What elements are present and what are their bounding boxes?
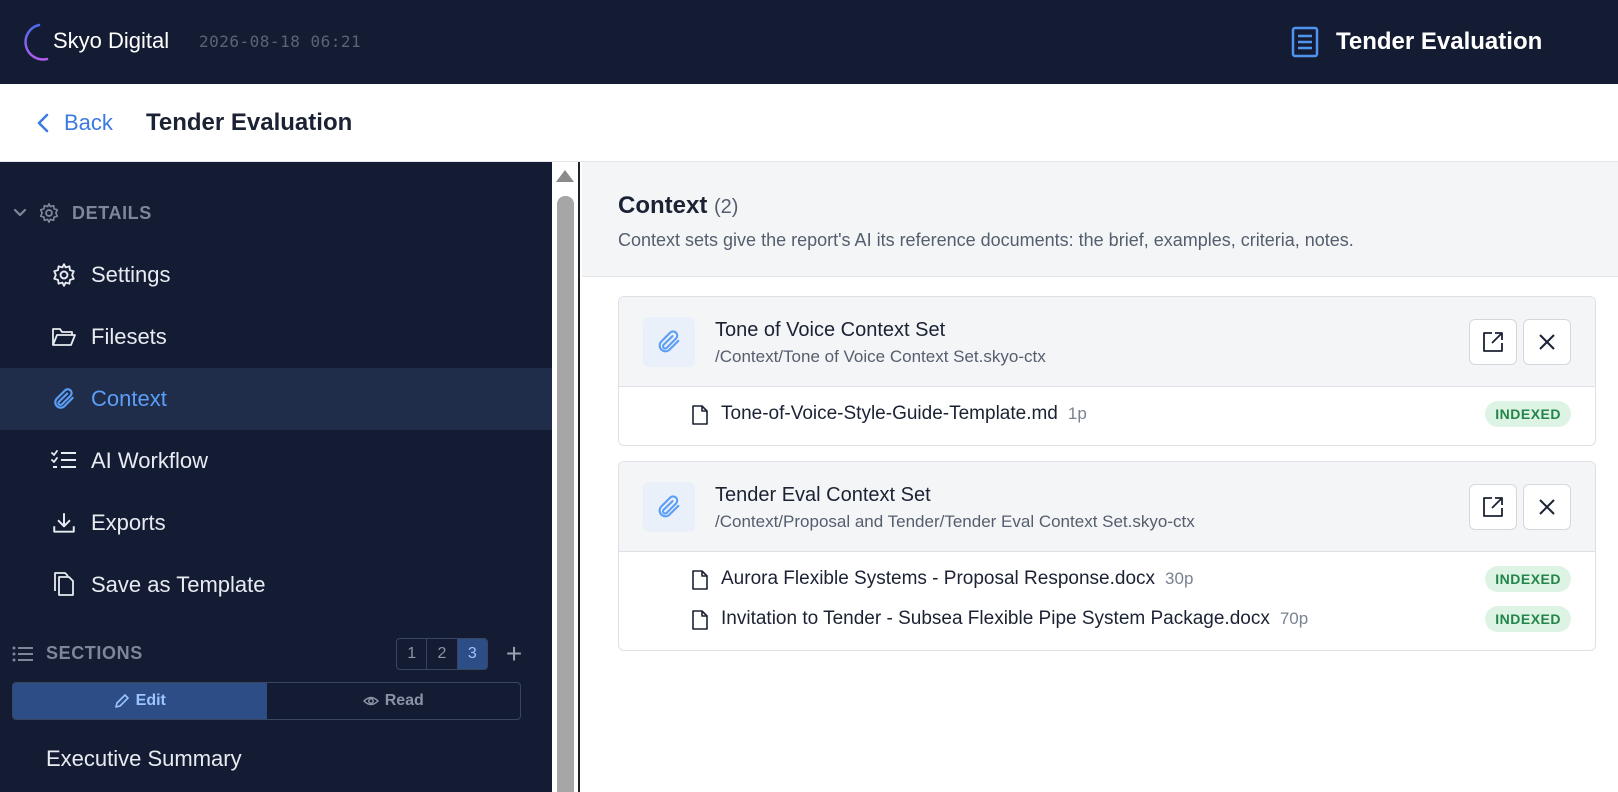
- sections-heading: SECTIONS: [46, 643, 143, 663]
- main-content: Context (2) Context sets give the report…: [582, 162, 1618, 792]
- skyo-logo-icon: [24, 23, 49, 61]
- status-badge: INDEXED: [1485, 606, 1571, 632]
- context-count: (2): [714, 196, 739, 218]
- top-bar: Skyo Digital 2026-08-18 06:21 Tender Eva…: [0, 0, 1618, 84]
- file-list: Tone-of-Voice-Style-Guide-Template.md 1p …: [619, 387, 1595, 445]
- external-link-icon: [1483, 497, 1503, 517]
- file-name: Aurora Flexible Systems - Proposal Respo…: [721, 568, 1193, 590]
- file-name-text: Aurora Flexible Systems - Proposal Respo…: [721, 568, 1156, 589]
- mode-toggle: Edit Read: [12, 682, 521, 720]
- sidebar-item-label: Filesets: [91, 324, 167, 349]
- file-pages: 30p: [1165, 569, 1194, 588]
- brand-name: Skyo Digital: [53, 28, 170, 53]
- copy-icon: [50, 571, 78, 599]
- file-pages: 1p: [1067, 404, 1087, 423]
- context-set-card: Tender Eval Context Set /Context/Proposa…: [618, 461, 1596, 651]
- paperclip-icon: [643, 482, 695, 532]
- report-title-area: Tender Evaluation: [1290, 26, 1542, 58]
- scrollbar-thumb[interactable]: [557, 196, 574, 792]
- add-section-button[interactable]: +: [502, 638, 526, 670]
- section-item-executive-summary[interactable]: Executive Summary: [46, 746, 242, 772]
- checklist-icon: [50, 447, 78, 475]
- list-icon: [12, 646, 33, 661]
- details-heading: DETAILS: [72, 202, 152, 223]
- remove-context-set-button[interactable]: [1523, 484, 1571, 530]
- context-set-card: Tone of Voice Context Set /Context/Tone …: [618, 296, 1596, 446]
- context-title-text: Context: [618, 192, 708, 219]
- folder-open-icon: [50, 323, 78, 351]
- sidebar-item-label: Exports: [91, 510, 166, 535]
- open-context-set-button[interactable]: [1469, 319, 1517, 365]
- context-set-header: Tender Eval Context Set /Context/Proposa…: [619, 462, 1595, 552]
- read-mode-button[interactable]: Read: [267, 683, 521, 719]
- file-row[interactable]: Aurora Flexible Systems - Proposal Respo…: [619, 560, 1595, 600]
- context-header: Context (2) Context sets give the report…: [582, 162, 1618, 277]
- file-name: Invitation to Tender - Subsea Flexible P…: [721, 608, 1308, 630]
- external-link-icon: [1483, 332, 1503, 352]
- context-set-path: /Context/Tone of Voice Context Set.skyo-…: [715, 347, 1046, 366]
- context-title: Context (2): [618, 192, 738, 220]
- download-icon: [50, 509, 78, 537]
- chevron-left-icon: [37, 113, 49, 133]
- gear-icon: [50, 261, 78, 289]
- sidebar-item-label: Context: [91, 386, 167, 411]
- status-badge: INDEXED: [1485, 566, 1571, 592]
- sidebar-item-ai-workflow[interactable]: AI Workflow: [0, 430, 552, 492]
- sidebar-item-filesets[interactable]: Filesets: [0, 306, 552, 368]
- pencil-icon: [114, 694, 129, 708]
- remove-context-set-button[interactable]: [1523, 319, 1571, 365]
- paperclip-icon: [50, 385, 78, 413]
- open-context-set-button[interactable]: [1469, 484, 1517, 530]
- close-icon: [1539, 334, 1555, 350]
- sidebar-item-label: Save as Template: [91, 572, 266, 597]
- back-button[interactable]: Back: [34, 110, 113, 136]
- file-name-text: Invitation to Tender - Subsea Flexible P…: [721, 608, 1270, 629]
- page-title: Tender Evaluation: [146, 109, 353, 136]
- sidebar-item-exports[interactable]: Exports: [0, 492, 552, 554]
- context-set-path: /Context/Proposal and Tender/Tender Eval…: [715, 512, 1195, 531]
- level-1-button[interactable]: 1: [397, 639, 428, 669]
- file-icon: [692, 610, 708, 630]
- eye-icon: [362, 696, 379, 706]
- context-set-name: Tender Eval Context Set: [715, 484, 931, 506]
- timestamp: 2026-08-18 06:21: [199, 32, 362, 51]
- chevron-down-icon: [13, 208, 27, 217]
- edit-mode-label: Edit: [135, 692, 166, 709]
- sidebar-item-settings[interactable]: Settings: [0, 244, 552, 306]
- report-title: Tender Evaluation: [1336, 28, 1543, 55]
- close-icon: [1539, 499, 1555, 515]
- level-2-button[interactable]: 2: [427, 639, 458, 669]
- level-3-button[interactable]: 3: [457, 639, 487, 669]
- page-header: Back Tender Evaluation: [0, 84, 1618, 162]
- read-mode-label: Read: [384, 692, 424, 709]
- back-label: Back: [64, 110, 113, 135]
- file-icon: [692, 405, 708, 425]
- gear-icon: [39, 203, 59, 223]
- section-level-pager: 1 2 3: [396, 638, 488, 670]
- sidebar-item-label: Settings: [91, 262, 171, 287]
- details-section-header[interactable]: DETAILS: [12, 202, 152, 224]
- status-badge: INDEXED: [1485, 401, 1571, 427]
- document-icon: [1291, 26, 1319, 58]
- file-list: Aurora Flexible Systems - Proposal Respo…: [619, 552, 1595, 650]
- context-description: Context sets give the report's AI its re…: [618, 230, 1354, 250]
- context-set-name: Tone of Voice Context Set: [715, 319, 946, 341]
- file-pages: 70p: [1279, 609, 1309, 628]
- sidebar: DETAILS Settings Filesets Context AI Wor…: [0, 162, 552, 792]
- edit-mode-button[interactable]: Edit: [13, 683, 267, 719]
- sidebar-item-label: AI Workflow: [91, 448, 208, 473]
- paperclip-icon: [643, 317, 695, 367]
- sidebar-item-context[interactable]: Context: [0, 368, 552, 430]
- sections-section-header: SECTIONS: [12, 643, 143, 664]
- file-name: Tone-of-Voice-Style-Guide-Template.md 1p: [721, 403, 1087, 425]
- file-icon: [692, 570, 708, 590]
- sidebar-item-save-as-template[interactable]: Save as Template: [0, 554, 552, 616]
- file-row[interactable]: Invitation to Tender - Subsea Flexible P…: [619, 600, 1595, 640]
- scroll-up-arrow-icon[interactable]: [556, 170, 574, 182]
- file-row[interactable]: Tone-of-Voice-Style-Guide-Template.md 1p …: [619, 395, 1595, 435]
- context-set-header: Tone of Voice Context Set /Context/Tone …: [619, 297, 1595, 387]
- file-name-text: Tone-of-Voice-Style-Guide-Template.md: [721, 403, 1058, 424]
